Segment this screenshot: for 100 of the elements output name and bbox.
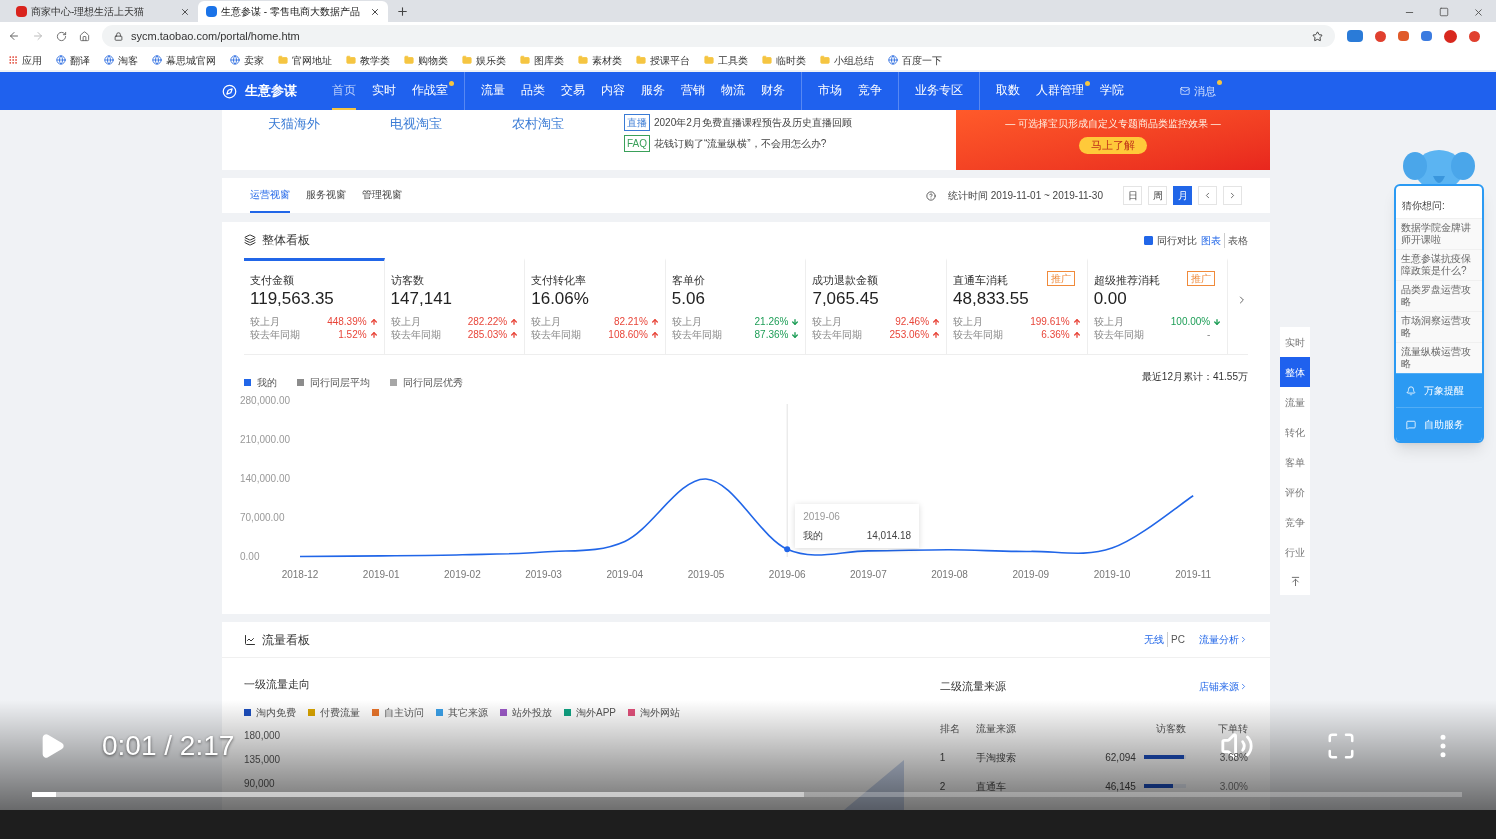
bookmark[interactable]: 官网地址 [278, 52, 332, 68]
close-icon[interactable] [1473, 7, 1484, 18]
reload-icon[interactable] [56, 30, 67, 42]
nav-item[interactable]: 服务 [641, 72, 665, 110]
close-icon[interactable] [370, 6, 380, 17]
back-icon[interactable] [8, 30, 20, 42]
range-button[interactable]: 日 [1123, 186, 1142, 205]
bookmark[interactable]: 小组总结 [820, 52, 874, 68]
question-link[interactable]: 流量纵横运营攻略 [1396, 342, 1482, 373]
nav-item[interactable]: 品类 [521, 72, 545, 110]
help-icon[interactable] [926, 190, 936, 201]
metric-value: 16.06% [531, 288, 590, 309]
nav-item[interactable]: 交易 [561, 72, 585, 110]
bookmark[interactable]: 临时类 [762, 52, 806, 68]
nav-item[interactable]: 物流 [721, 72, 745, 110]
question-link[interactable]: 市场洞察运营攻略 [1396, 311, 1482, 342]
bookmark[interactable]: 应用 [8, 52, 42, 68]
channel-link[interactable]: 农村淘宝 [512, 114, 564, 134]
axis-label: 0.00 [240, 551, 260, 562]
range-button[interactable]: 月 [1173, 186, 1192, 205]
bookmark[interactable]: 购物类 [404, 52, 448, 68]
bookmark[interactable]: 图库类 [520, 52, 564, 68]
nav-item[interactable]: 学院 [1100, 72, 1124, 110]
back-to-top-icon[interactable] [1289, 575, 1301, 587]
news-link[interactable]: 花钱订购了“流量纵横”，不会用怎么办? [654, 136, 827, 151]
metric-card[interactable]: 直通车消耗 推广 48,833.55 较上月 199.61% 较去年同期 6.36% [947, 258, 1088, 354]
mode-link[interactable]: 表格 [1224, 232, 1248, 248]
folder-icon [762, 55, 772, 65]
nav-item[interactable]: 财务 [761, 72, 785, 110]
view-tab[interactable]: 服务视窗 [306, 178, 346, 213]
nav-item[interactable]: 市场 [818, 72, 842, 110]
nav-item[interactable]: 作战室 [412, 72, 448, 110]
nav-item[interactable]: 内容 [601, 72, 625, 110]
checkbox[interactable] [1144, 235, 1153, 245]
metric-card[interactable]: 支付转化率 16.06% 较上月 82.21% 较去年同期 108.60% [525, 258, 666, 354]
bookmark[interactable]: 淘客 [104, 52, 138, 68]
question-link[interactable]: 数据学院金牌讲师开课啦 [1396, 218, 1482, 249]
device-link[interactable]: PC [1167, 632, 1185, 647]
side-nav-item[interactable]: 实时 [1280, 327, 1310, 357]
table-cell-text: 2 [939, 779, 947, 794]
bookmark[interactable]: 工具类 [704, 52, 748, 68]
side-nav-item[interactable]: 客单 [1280, 447, 1310, 477]
browser-tab[interactable]: 商家中心-理想生活上天猫 [8, 1, 198, 22]
nav-item[interactable]: 营销 [681, 72, 705, 110]
extension-icon[interactable] [1375, 30, 1386, 42]
metric-card[interactable]: 超级推荐消耗 推广 0.00 较上月 100.00% 较去年同期 - [1087, 258, 1229, 354]
device-link[interactable]: 无线 [1144, 632, 1165, 647]
extension-icon[interactable] [1398, 31, 1409, 41]
bookmark[interactable]: 幕思城官网 [152, 52, 216, 68]
nav-item[interactable]: 取数 [996, 72, 1020, 110]
side-nav-item[interactable]: 流量 [1280, 387, 1310, 417]
extension-icon[interactable] [1444, 29, 1457, 43]
channel-link[interactable]: 天猫海外 [268, 114, 320, 134]
new-tab-icon[interactable] [396, 5, 409, 18]
extension-icon[interactable] [1347, 30, 1363, 42]
home-icon[interactable] [79, 30, 90, 42]
address-bar[interactable]: sycm.taobao.com/portal/home.htm [102, 25, 1335, 47]
nav-item[interactable]: 竞争 [858, 72, 882, 110]
question-link[interactable]: 品类罗盘运营攻略 [1396, 280, 1482, 311]
ad-banner[interactable]: — 可选择宝贝形成自定义专题商品类监控效果 — 马上了解 [956, 110, 1270, 170]
bookmark[interactable]: 百度一下 [888, 52, 942, 68]
mode-link[interactable]: 图表 [1201, 232, 1221, 248]
maximize-icon[interactable] [1439, 7, 1449, 17]
side-nav-item[interactable]: 评价 [1280, 477, 1310, 507]
nav-item[interactable]: 业务专区 [915, 72, 963, 110]
close-icon[interactable] [180, 6, 190, 17]
bookmark[interactable]: 授课平台 [636, 52, 690, 68]
range-button[interactable]: 周 [1148, 186, 1167, 205]
analysis-link[interactable]: 流量分析 [1199, 632, 1248, 647]
browser-tab[interactable]: 生意参谋 - 零售电商大数据产品 [198, 1, 388, 22]
extension-icon[interactable] [1421, 31, 1432, 41]
bookmark[interactable]: 翻译 [56, 52, 90, 68]
side-nav-item[interactable]: 行业 [1280, 537, 1310, 567]
news-link[interactable]: 2020年2月免费直播课程预告及历史直播回顾 [654, 115, 852, 130]
metric-card[interactable]: 客单价 5.06 较上月 21.26% 较去年同期 87.36% [665, 258, 807, 354]
bookmark[interactable]: 素材类 [578, 52, 622, 68]
compare-label: 较去年同期 [953, 328, 1004, 341]
side-nav-item[interactable]: 整体 [1280, 357, 1310, 387]
metric-card[interactable]: 访客数 147,141 较上月 282.22% 较去年同期 285.03% [384, 258, 526, 354]
globe-icon [56, 55, 66, 65]
ad-button[interactable]: 马上了解 [1079, 137, 1147, 154]
bookmark[interactable]: 娱乐类 [462, 52, 506, 68]
nav-item[interactable]: 实时 [372, 72, 396, 110]
channel-link[interactable]: 电视淘宝 [390, 114, 442, 134]
side-nav-item[interactable]: 转化 [1280, 417, 1310, 447]
side-nav-item[interactable]: 竞争 [1280, 507, 1310, 537]
messages-link[interactable]: 消息 [1180, 82, 1216, 100]
bookmark[interactable]: 卖家 [230, 52, 264, 68]
nav-item[interactable]: 人群管理 [1036, 72, 1084, 110]
source-link[interactable]: 店铺来源 [1199, 678, 1248, 694]
view-tab[interactable]: 运营视窗 [250, 178, 290, 213]
metric-card[interactable]: 支付金额 119,563.35 较上月 448.39% 较去年同期 1.52% [244, 258, 385, 354]
metric-card[interactable]: 成功退款金额 7,065.45 较上月 92.46% 较去年同期 253.06% [806, 258, 948, 354]
extension-icon[interactable] [1469, 30, 1480, 42]
nav-item[interactable]: 流量 [481, 72, 505, 110]
question-link[interactable]: 生意参谋抗疫保障政策是什么? [1396, 249, 1482, 280]
star-icon[interactable] [1312, 30, 1323, 42]
view-tab[interactable]: 管理视窗 [362, 178, 402, 213]
bookmark[interactable]: 教学类 [346, 52, 390, 68]
compare-label: 较上月 [671, 315, 702, 328]
